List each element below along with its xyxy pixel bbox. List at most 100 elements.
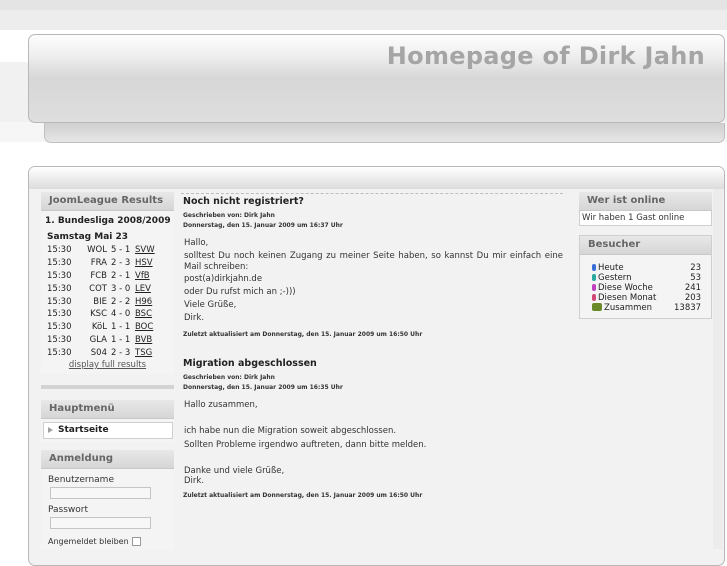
article-title[interactable]: Noch nicht registriert? bbox=[183, 196, 563, 207]
menu-item-startseite[interactable]: Startseite bbox=[43, 422, 173, 439]
article-date: Donnerstag, den 15. Januar 2009 um 16:35… bbox=[183, 384, 343, 391]
display-full-results-link[interactable]: display full results bbox=[41, 359, 174, 370]
article-date: Donnerstag, den 15. Januar 2009 um 16:37… bbox=[183, 222, 343, 229]
match-time: 15:30 bbox=[47, 245, 72, 256]
article-paragraph: Sollten Probleme irgendwo auftreten, dan… bbox=[184, 440, 427, 450]
list-item: Zusammen 13837 bbox=[592, 303, 701, 313]
table-row: 15:30 GLA 1 - 1 BVB bbox=[47, 334, 155, 347]
table-row: 15:30 BIE 2 - 2 H96 bbox=[47, 295, 155, 308]
away-team-link[interactable]: SVW bbox=[135, 244, 155, 257]
article-paragraph: Dirk. bbox=[184, 476, 205, 486]
article-updated: Zuletzt aktualisiert am Donnerstag, den … bbox=[183, 492, 423, 499]
match-time: 15:30 bbox=[47, 309, 72, 320]
content-area: Noch nicht registriert? Geschrieben von:… bbox=[181, 193, 563, 545]
person-icon bbox=[592, 294, 596, 301]
matchday: Samstag Mai 23 bbox=[47, 232, 129, 242]
league-name: 1. Bundesliga 2008/2009 bbox=[45, 216, 171, 226]
match-score: 2 - 3 bbox=[111, 347, 131, 358]
article-updated: Zuletzt aktualisiert am Donnerstag, den … bbox=[183, 331, 423, 338]
person-icon bbox=[592, 284, 596, 291]
table-row: 15:30 S04 2 - 3 TSG bbox=[47, 346, 155, 359]
username-label: Benutzername bbox=[48, 475, 114, 485]
match-score: 2 - 1 bbox=[111, 270, 131, 281]
top-band bbox=[0, 10, 727, 30]
article-paragraph: Hallo zusammen, bbox=[184, 400, 258, 410]
visitor-label: Diesen Monat bbox=[598, 293, 657, 303]
who-is-online-module: Wer ist online Wir haben 1 Gast online bbox=[579, 192, 712, 226]
away-team-link[interactable]: H96 bbox=[135, 295, 155, 308]
match-score: 4 - 0 bbox=[111, 309, 131, 320]
away-team-link[interactable]: BOC bbox=[135, 321, 155, 334]
match-time: 15:30 bbox=[47, 270, 72, 281]
article-paragraph: Dirk. bbox=[184, 313, 205, 323]
match-time: 15:30 bbox=[47, 258, 72, 269]
remember-me-row: Angemeldet bleiben bbox=[41, 529, 174, 546]
article-paragraph: post(a)dirkjahn.de bbox=[184, 274, 263, 284]
away-team-link[interactable]: HSV bbox=[135, 257, 155, 270]
login-title: Anmeldung bbox=[41, 450, 174, 469]
person-icon bbox=[592, 264, 596, 271]
person-icon bbox=[592, 274, 596, 281]
match-score: 5 - 1 bbox=[111, 245, 131, 256]
article-paragraph: oder Du rufst mich an ;-))) bbox=[184, 287, 296, 297]
main-menu-module: Hauptmenü Startseite bbox=[41, 400, 174, 442]
article-paragraph: ich habe nun die Migration soweit abgesc… bbox=[184, 426, 397, 436]
online-text: Wir haben 1 Gast online bbox=[579, 211, 712, 226]
table-row: 15:30 FRA 2 - 3 HSV bbox=[47, 257, 155, 270]
visitors-title: Besucher bbox=[580, 236, 711, 255]
visitor-label-cell: Diese Woche bbox=[592, 283, 674, 293]
article-paragraph: solltest Du noch keinen Zugang zu meiner… bbox=[184, 251, 563, 272]
top-band bbox=[0, 0, 727, 10]
online-title: Wer ist online bbox=[579, 192, 712, 211]
home-team: FCB bbox=[90, 270, 107, 281]
login-module: Anmeldung Benutzername Passwort Angemeld… bbox=[41, 450, 174, 550]
away-team-link[interactable]: BVB bbox=[135, 334, 155, 347]
list-item: Diese Woche 241 bbox=[592, 283, 701, 293]
match-time: 15:30 bbox=[47, 283, 72, 294]
table-row: 15:30 FCB 2 - 1 VfB bbox=[47, 270, 155, 283]
people-icon bbox=[592, 303, 602, 311]
visitor-label-cell: Diesen Monat bbox=[592, 293, 674, 303]
results-table: 15:30 WOL 5 - 1 SVW 15:30 FRA 2 - 3 HSV 15:30 FCB… bbox=[47, 244, 155, 359]
list-item: Heute 23 bbox=[592, 263, 701, 273]
username-input[interactable] bbox=[50, 487, 151, 499]
visitor-label: Gestern bbox=[598, 273, 632, 283]
away-team-link[interactable]: BSC bbox=[135, 308, 155, 321]
match-time: 15:30 bbox=[47, 347, 72, 358]
visitor-count: 53 bbox=[690, 273, 702, 283]
away-team-link[interactable]: VfB bbox=[135, 270, 155, 283]
visitor-label-cell: Gestern bbox=[592, 273, 674, 283]
match-score: 3 - 0 bbox=[111, 283, 131, 294]
table-row: 15:30 WOL 5 - 1 SVW bbox=[47, 244, 155, 257]
away-team-link[interactable]: LEV bbox=[135, 282, 155, 295]
main-menu-title: Hauptmenü bbox=[41, 400, 174, 419]
list-item: Gestern 53 bbox=[592, 273, 701, 283]
match-time: 15:30 bbox=[47, 334, 72, 345]
visitor-label: Zusammen bbox=[604, 303, 653, 313]
article-author: Geschrieben von: Dirk Jahn bbox=[183, 374, 275, 381]
home-team: S04 bbox=[90, 347, 107, 358]
article-title[interactable]: Migration abgeschlossen bbox=[183, 358, 563, 369]
joomleague-results-module: JoomLeague Results 1. Bundesliga 2008/20… bbox=[41, 192, 174, 374]
visitor-label: Diese Woche bbox=[598, 283, 653, 293]
match-score: 2 - 2 bbox=[111, 296, 131, 307]
match-score: 2 - 3 bbox=[111, 258, 131, 269]
home-team: GLA bbox=[89, 334, 107, 345]
visitor-label-cell: Heute bbox=[592, 263, 674, 273]
article-paragraph: Danke und viele Grüße, bbox=[184, 466, 285, 476]
table-row: 15:30 KSC 4 - 0 BSC bbox=[47, 308, 155, 321]
article: Migration abgeschlossen Geschrieben von:… bbox=[181, 358, 563, 499]
home-team: COT bbox=[89, 283, 107, 294]
article-author: Geschrieben von: Dirk Jahn bbox=[183, 212, 275, 219]
list-item: Diesen Monat 203 bbox=[592, 293, 701, 303]
article: Noch nicht registriert? Geschrieben von:… bbox=[181, 196, 563, 338]
match-score: 1 - 1 bbox=[111, 334, 131, 345]
home-team: WOL bbox=[87, 245, 107, 256]
password-label: Passwort bbox=[48, 505, 89, 515]
arrow-right-icon bbox=[48, 427, 53, 433]
home-team: KSC bbox=[90, 309, 107, 320]
away-team-link[interactable]: TSG bbox=[135, 346, 155, 359]
visitor-count: 241 bbox=[684, 283, 702, 293]
password-input[interactable] bbox=[50, 517, 151, 529]
results-title: JoomLeague Results bbox=[41, 192, 174, 211]
